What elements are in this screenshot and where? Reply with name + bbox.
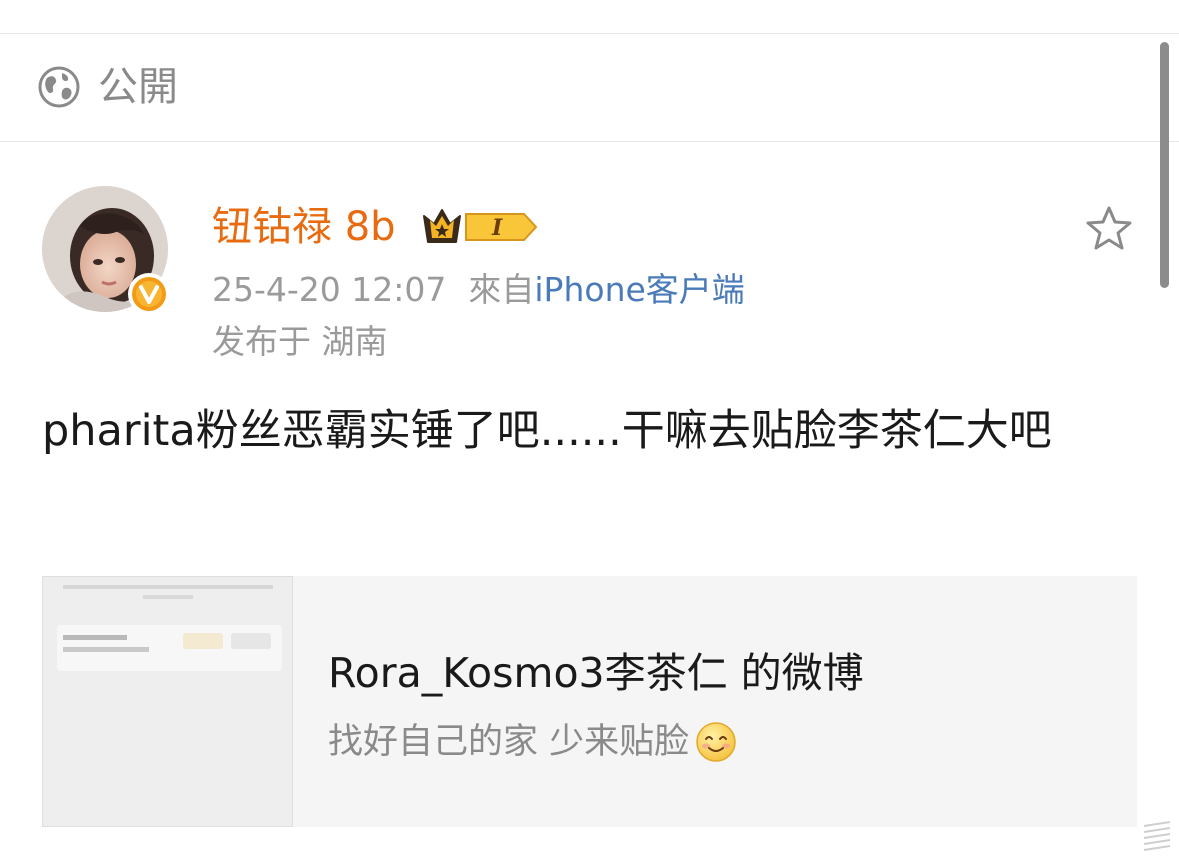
scrollbar[interactable]: [1160, 42, 1169, 288]
member-level-text: I: [491, 215, 503, 241]
visibility-label: 公開: [98, 64, 178, 110]
post-time: 25-4-20 12:07: [212, 270, 447, 309]
star-outline-icon[interactable]: [1084, 204, 1134, 254]
link-card[interactable]: Rora_Kosmo3李茶仁 的微博 找好自己的家 少来贴脸: [42, 576, 1137, 827]
header-divider: [0, 141, 1179, 142]
post-meta: 25-4-20 12:07 來自iPhone客户端: [212, 268, 745, 312]
card-description-text: 找好自己的家 少来贴脸: [328, 722, 690, 762]
lines-icon: [1143, 821, 1171, 851]
source-client-link[interactable]: iPhone客户端: [534, 270, 744, 309]
globe-icon: [38, 66, 80, 108]
weibo-post-page: 公開 钮钴禄 8b I 25-4-20 12:07 來自iPhone客户端 发布…: [0, 0, 1179, 864]
crown-level-badge: I: [423, 209, 538, 243]
post-location: 发布于 湖南: [212, 322, 388, 361]
orange-v-badge: [128, 273, 170, 315]
visibility-row: 公開: [0, 34, 1179, 140]
smile-emoji-icon: [696, 722, 736, 762]
card-title: Rora_Kosmo3李茶仁 的微博: [328, 649, 864, 697]
card-thumbnail: [42, 576, 293, 827]
author-name[interactable]: 钮钴禄 8b: [212, 200, 396, 254]
source-prefix: 來自: [468, 270, 535, 309]
card-thumbnail-image: [43, 577, 292, 826]
post-body-text: pharita粉丝恶霸实锤了吧......干嘛去贴脸李茶仁大吧: [42, 406, 1052, 456]
card-description: 找好自己的家 少来贴脸: [328, 718, 737, 766]
